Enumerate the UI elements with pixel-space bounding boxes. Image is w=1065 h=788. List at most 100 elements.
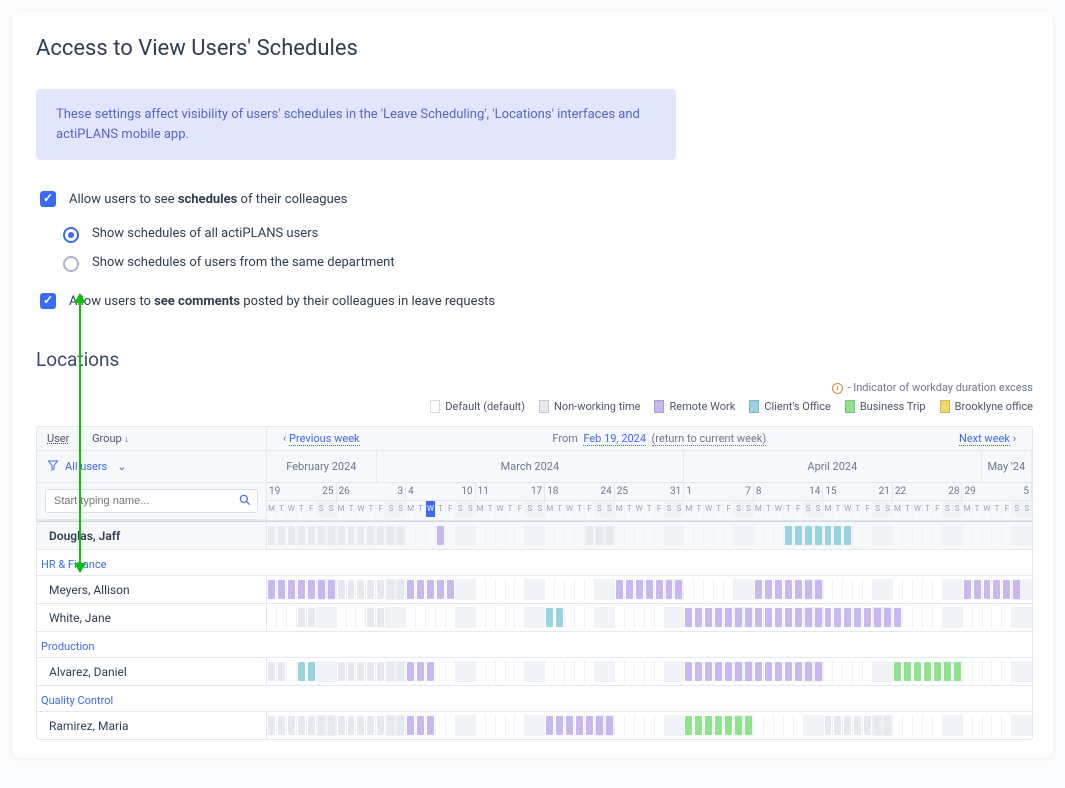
day-cell[interactable] bbox=[297, 661, 307, 682]
day-cell[interactable] bbox=[953, 607, 963, 628]
day-cell[interactable] bbox=[804, 579, 814, 600]
day-cell[interactable] bbox=[704, 579, 714, 600]
day-cell[interactable] bbox=[476, 715, 486, 736]
allow-schedules-label[interactable]: Allow users to see schedules of their co… bbox=[69, 192, 347, 207]
day-cell[interactable] bbox=[853, 715, 863, 736]
day-cell[interactable] bbox=[535, 525, 545, 546]
day-cell[interactable] bbox=[724, 661, 734, 682]
day-cell[interactable] bbox=[585, 607, 595, 628]
day-cell[interactable] bbox=[963, 607, 973, 628]
day-cell[interactable] bbox=[814, 715, 824, 736]
day-cell[interactable] bbox=[784, 525, 794, 546]
day-cell[interactable] bbox=[804, 525, 814, 546]
day-cell[interactable] bbox=[943, 607, 953, 628]
day-cell[interactable] bbox=[774, 661, 784, 682]
allow-schedules-checkbox[interactable] bbox=[40, 191, 56, 207]
sort-by-user[interactable]: User bbox=[47, 432, 69, 445]
day-cell[interactable] bbox=[963, 525, 973, 546]
day-cell[interactable] bbox=[595, 661, 605, 682]
day-cell[interactable] bbox=[665, 715, 675, 736]
day-cell[interactable] bbox=[953, 579, 963, 600]
day-cell[interactable] bbox=[635, 525, 645, 546]
user-name[interactable]: Ramirez, Maria bbox=[37, 712, 267, 739]
day-cell[interactable] bbox=[843, 607, 853, 628]
day-cell[interactable] bbox=[913, 661, 923, 682]
day-cell[interactable] bbox=[386, 661, 396, 682]
day-cell[interactable] bbox=[973, 579, 983, 600]
day-cell[interactable] bbox=[386, 525, 396, 546]
day-cell[interactable] bbox=[923, 579, 933, 600]
day-cell[interactable] bbox=[446, 579, 456, 600]
day-cell[interactable] bbox=[595, 579, 605, 600]
day-cell[interactable] bbox=[704, 525, 714, 546]
day-cell[interactable] bbox=[406, 525, 416, 546]
day-cell[interactable] bbox=[496, 607, 506, 628]
day-cell[interactable] bbox=[585, 661, 595, 682]
day-cell[interactable] bbox=[575, 525, 585, 546]
day-cell[interactable] bbox=[366, 607, 376, 628]
day-cell[interactable] bbox=[744, 661, 754, 682]
day-cell[interactable] bbox=[396, 607, 406, 628]
day-cell[interactable] bbox=[565, 607, 575, 628]
day-cell[interactable] bbox=[764, 579, 774, 600]
day-cell[interactable] bbox=[1022, 525, 1032, 546]
day-cell[interactable] bbox=[625, 579, 635, 600]
day-cell[interactable] bbox=[973, 607, 983, 628]
day-cell[interactable] bbox=[655, 525, 665, 546]
day-cell[interactable] bbox=[337, 715, 347, 736]
day-cell[interactable] bbox=[565, 579, 575, 600]
day-cell[interactable] bbox=[466, 661, 476, 682]
day-cell[interactable] bbox=[903, 715, 913, 736]
day-cell[interactable] bbox=[794, 661, 804, 682]
day-cell[interactable] bbox=[506, 661, 516, 682]
day-cell[interactable] bbox=[595, 715, 605, 736]
day-cell[interactable] bbox=[545, 579, 555, 600]
day-cell[interactable] bbox=[555, 525, 565, 546]
day-cell[interactable] bbox=[386, 715, 396, 736]
day-cell[interactable] bbox=[963, 715, 973, 736]
day-cell[interactable] bbox=[486, 661, 496, 682]
day-cell[interactable] bbox=[933, 607, 943, 628]
day-cell[interactable] bbox=[1012, 661, 1022, 682]
day-cell[interactable] bbox=[297, 525, 307, 546]
day-cell[interactable] bbox=[674, 661, 684, 682]
day-cell[interactable] bbox=[714, 579, 724, 600]
day-cell[interactable] bbox=[327, 579, 337, 600]
day-cell[interactable] bbox=[824, 579, 834, 600]
day-cell[interactable] bbox=[595, 607, 605, 628]
day-cell[interactable] bbox=[605, 607, 615, 628]
day-cell[interactable] bbox=[684, 661, 694, 682]
day-cell[interactable] bbox=[535, 579, 545, 600]
day-cell[interactable] bbox=[307, 715, 317, 736]
day-cell[interactable] bbox=[396, 525, 406, 546]
day-cell[interactable] bbox=[824, 715, 834, 736]
day-cell[interactable] bbox=[963, 661, 973, 682]
day-cell[interactable] bbox=[515, 525, 525, 546]
day-cell[interactable] bbox=[575, 715, 585, 736]
day-cell[interactable] bbox=[903, 661, 913, 682]
day-cell[interactable] bbox=[426, 661, 436, 682]
day-cell[interactable] bbox=[386, 607, 396, 628]
day-cell[interactable] bbox=[992, 525, 1002, 546]
day-cell[interactable] bbox=[893, 525, 903, 546]
day-cell[interactable] bbox=[555, 715, 565, 736]
day-cell[interactable] bbox=[525, 525, 535, 546]
day-cell[interactable] bbox=[615, 715, 625, 736]
day-cell[interactable] bbox=[655, 661, 665, 682]
day-cell[interactable] bbox=[973, 661, 983, 682]
day-cell[interactable] bbox=[575, 607, 585, 628]
day-cell[interactable] bbox=[376, 525, 386, 546]
day-cell[interactable] bbox=[506, 607, 516, 628]
day-cell[interactable] bbox=[426, 715, 436, 736]
day-cell[interactable] bbox=[804, 607, 814, 628]
day-cell[interactable] bbox=[824, 525, 834, 546]
day-cell[interactable] bbox=[317, 607, 327, 628]
day-cell[interactable] bbox=[327, 525, 337, 546]
day-cell[interactable] bbox=[655, 607, 665, 628]
day-cell[interactable] bbox=[486, 607, 496, 628]
day-cell[interactable] bbox=[694, 525, 704, 546]
day-cell[interactable] bbox=[327, 661, 337, 682]
day-cell[interactable] bbox=[277, 579, 287, 600]
day-cell[interactable] bbox=[933, 579, 943, 600]
day-cell[interactable] bbox=[953, 661, 963, 682]
